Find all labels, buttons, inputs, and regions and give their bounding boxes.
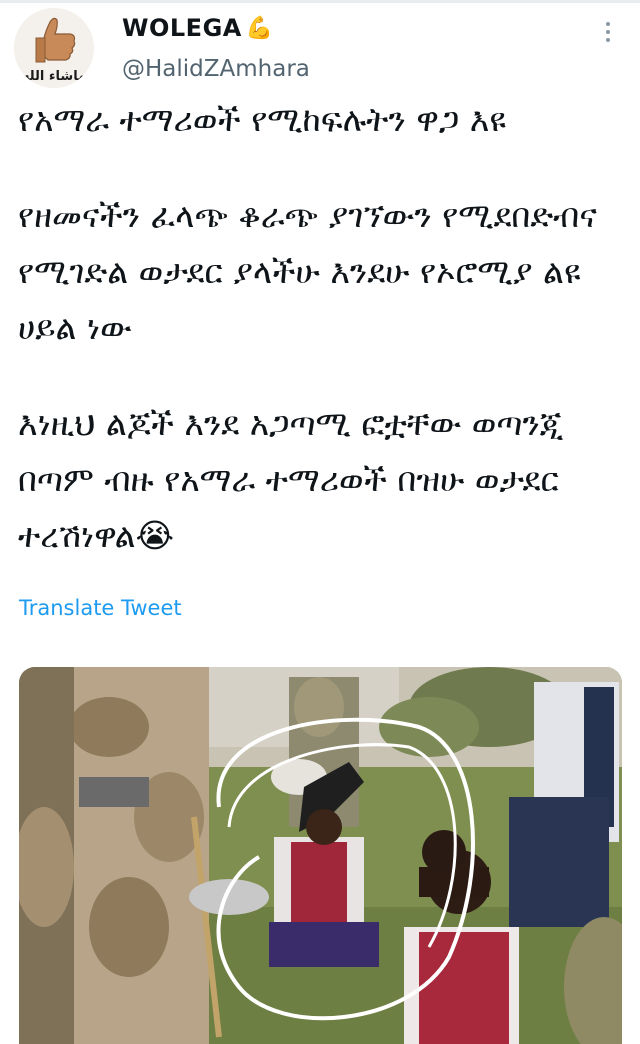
tweet-media-photo[interactable] bbox=[19, 667, 622, 1044]
tweet-paragraph: እነዚህ ልጆች እንደ አጋጣሚ ፎቷቸው ወጣንጂ በጣም ብዙ የአማራ … bbox=[18, 396, 628, 564]
avatar-image: ماشاء الله bbox=[14, 8, 94, 88]
tweet-paragraph: የአማራ ተማሪወች የሚከፍሉትን ዋጋ እዩ bbox=[18, 100, 506, 139]
tweet-paragraph-text: እነዚህ ልጆች እንደ አጋጣሚ ፎቷቸው ወጣንጂ በጣም ብዙ የአማራ … bbox=[18, 404, 564, 555]
display-name[interactable]: WOLEGA bbox=[122, 14, 242, 42]
tweet-text: የአማራ ተማሪወች የሚከፍሉትን ዋጋ እዩ የዘመናችን ፈላጭ ቆራጭ … bbox=[18, 92, 628, 564]
loudly-crying-face-icon: 😭 bbox=[135, 516, 175, 555]
tweet-paragraph: የዘመናችን ፈላጭ ቆራጭ ያገኘውን የሚደበድብና የሚገድል ወታደር … bbox=[18, 196, 597, 347]
top-divider bbox=[0, 0, 640, 3]
more-vertical-icon[interactable] bbox=[598, 22, 618, 46]
avatar-caption: ماشاء الله bbox=[22, 69, 86, 84]
translate-tweet-link[interactable]: Translate Tweet bbox=[19, 596, 182, 620]
photo-scene bbox=[19, 667, 622, 1044]
avatar[interactable]: ماشاء الله bbox=[14, 8, 94, 88]
user-handle[interactable]: @HalidZAmhara bbox=[122, 56, 310, 82]
author-name-row[interactable]: WOLEGA 💪 bbox=[122, 14, 273, 42]
flexed-biceps-icon: 💪 bbox=[245, 15, 274, 41]
